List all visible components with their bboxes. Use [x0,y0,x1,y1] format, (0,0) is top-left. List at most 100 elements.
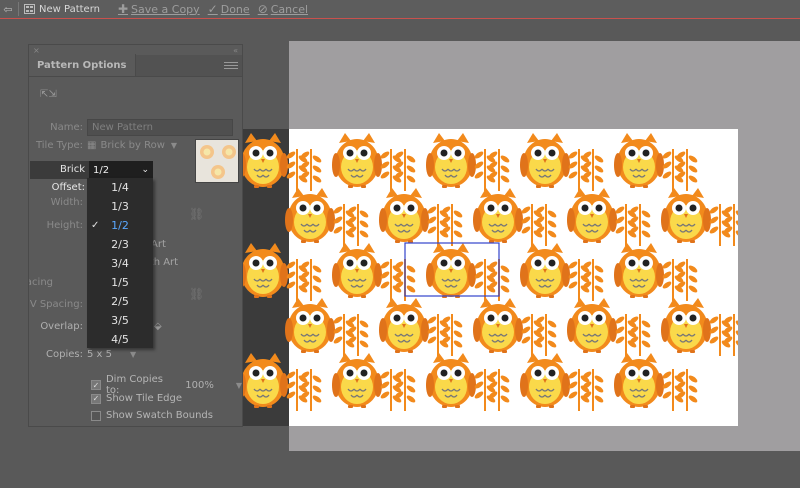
size-tile-to-art-row: Art [151,239,166,250]
cancel-icon: ⊘ [257,2,268,16]
brick-offset-option-label: 2/3 [111,238,129,251]
overlap-label: Overlap: [40,321,83,332]
height-row: Height: [29,220,87,231]
dim-copies-select[interactable]: 100% ▼ [185,380,242,391]
owl-motif [378,297,430,354]
owl-motif [613,242,665,299]
brick-offset-option-label: 2/5 [111,295,129,308]
done-label: Done [220,2,250,16]
dim-copies-value: 100% [185,379,214,391]
name-input[interactable]: New Pattern [87,119,233,136]
brick-offset-option-label: 1/5 [111,276,129,289]
brick-offset-option-label: 3/5 [111,314,129,327]
brick-offset-select[interactable]: 1/2 ⌄ [89,161,153,179]
width-row: Width: [29,197,87,208]
show-tile-edge-checkbox[interactable]: ✓ [91,393,101,404]
panel-tab-row: Pattern Options [29,54,242,77]
swatch-preview-image [200,145,236,179]
brick-offset-option-list: 1/4 1/3 ✓ 1/2 2/3 3/4 1/5 2/5 3/5 4/5 [87,178,153,349]
brick-offset-option[interactable]: 1/4 [87,178,153,197]
tile-type-row: Tile Type: ▦ Brick by Row ▼ [29,140,177,151]
brick-offset-option[interactable]: 1/3 [87,197,153,216]
h-spacing-row: H Spacing: [29,277,57,288]
brick-offset-dropdown: 1/4 1/3 ✓ 1/2 2/3 3/4 1/5 2/5 3/5 4/5 [87,178,153,348]
owl-motif [331,352,383,409]
link-proportions-icon[interactable]: ⛓ [189,207,204,221]
brick-offset-option-label: 1/3 [111,200,129,213]
brick-offset-label: Brick Offset: [30,161,89,193]
owl-motif [472,187,524,244]
pattern-name-label: New Pattern [39,3,100,15]
swatch-preview [195,139,239,183]
toolbar-divider [18,2,19,16]
show-swatch-bounds-checkbox[interactable] [91,410,101,421]
owl-motif [519,352,571,409]
owl-motif [660,187,712,244]
copies-select[interactable]: 5 x 5 ▼ [87,349,136,360]
show-swatch-bounds-label: Show Swatch Bounds [106,410,213,421]
owl-motif [613,352,665,409]
overlap-row: Overlap: [29,321,87,332]
copies-label: Copies: [46,349,83,360]
pattern-canvas[interactable] [243,129,738,426]
show-tile-edge-row: ✓ Show Tile Edge [91,393,182,404]
tile-type-label: Tile Type: [35,140,83,151]
owl-motif [660,297,712,354]
owl-motif [425,242,477,299]
brick-offset-value: 1/2 [93,164,110,176]
collapse-icon[interactable]: « [233,46,238,55]
owl-motif [566,187,618,244]
owl-motif [425,132,477,189]
owl-motif [378,187,430,244]
tile-type-select[interactable]: ▦ Brick by Row ▼ [87,140,177,151]
cancel-label: Cancel [270,2,309,16]
tile-type-value: Brick by Row [100,140,165,151]
brick-offset-option[interactable]: ✓ 1/2 [87,216,153,235]
owl-motif [519,132,571,189]
checkmark-icon: ✓ [91,220,100,231]
brick-offset-option-label: 3/4 [111,257,129,270]
h-spacing-label: H Spacing: [29,277,53,288]
owl-motif [243,132,289,189]
chevron-down-icon: ▼ [130,350,137,359]
cancel-button[interactable]: ⊘ Cancel [258,2,308,16]
copies-row: Copies: 5 x 5 ▼ [29,349,136,360]
panel-menu-icon[interactable] [224,62,238,69]
width-label: Width: [50,197,83,208]
brick-offset-row: Brick Offset: 1/2 ⌄ [30,161,153,193]
owl-motif [243,242,289,299]
brick-offset-option[interactable]: 1/5 [87,273,153,292]
copies-value: 5 x 5 [87,349,112,360]
owl-motif [243,352,289,409]
plus-icon: ✚ [117,2,129,16]
owl-motif [284,187,336,244]
save-a-copy-label: Save a Copy [131,2,200,16]
owl-motif [331,132,383,189]
brick-offset-option-label: 4/5 [111,333,129,346]
pattern-tile-tool-icon[interactable]: ⇱⇲ [40,89,57,101]
chevron-down-icon: ▼ [170,141,178,150]
arrow-left-icon[interactable]: ⇦ [0,0,16,19]
brick-offset-option[interactable]: 2/5 [87,292,153,311]
overlap-icon[interactable]: ⬙ [154,321,162,332]
checkmark-icon: ✓ [207,2,218,16]
show-tile-edge-label: Show Tile Edge [106,393,183,404]
brick-offset-option[interactable]: 3/5 [87,311,153,330]
brick-offset-option[interactable]: 3/4 [87,254,153,273]
save-a-copy-button[interactable]: ✚ Save a Copy [118,2,200,16]
owl-motif [284,297,336,354]
name-label: Name: [50,122,83,133]
link-spacing-icon[interactable]: ⛓ [189,287,204,301]
brick-offset-option[interactable]: 2/3 [87,235,153,254]
brick-offset-option[interactable]: 4/5 [87,330,153,349]
dim-copies-checkbox[interactable]: ✓ [91,380,101,390]
done-button[interactable]: ✓ Done [208,2,250,16]
v-spacing-row: V Spacing: [29,299,87,310]
show-swatch-bounds-row: Show Swatch Bounds [91,410,213,421]
owl-motif [519,242,571,299]
owl-motif [472,297,524,354]
brick-tile-icon: ▦ [87,140,97,151]
pattern-options-tab[interactable]: Pattern Options [29,54,136,76]
size-tile-to-art-label: Art [151,239,166,250]
owl-motif [613,132,665,189]
